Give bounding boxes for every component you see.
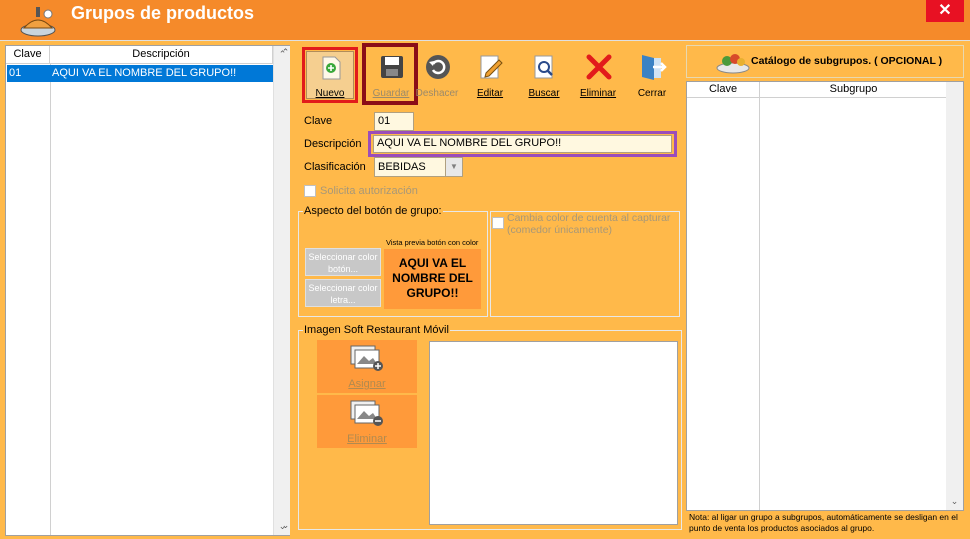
asignar-imagen-button[interactable]: Asignar	[317, 340, 417, 393]
cambia-color-label: Cambia color de cuenta al capturar (come…	[507, 212, 671, 236]
clasificacion-label: Clasificación	[304, 161, 366, 173]
nuevo-button[interactable]: Nuevo	[306, 51, 354, 99]
solicita-autorizacion-label: Solicita autorización	[320, 185, 418, 197]
scroll-down-icon[interactable]: ⌄	[946, 493, 963, 510]
column-header-clave[interactable]: Clave	[687, 82, 759, 98]
app-logo-icon	[18, 4, 60, 38]
select-button-color-button[interactable]: Seleccionar color botón...	[305, 248, 381, 276]
new-document-icon	[322, 56, 341, 80]
edit-icon	[480, 55, 503, 79]
food-plate-icon	[716, 54, 750, 74]
subgrupos-scrollbar[interactable]: ⌄	[946, 81, 964, 511]
groups-list[interactable]: Clave Descripción 01 AQUI VA EL NOMBRE D…	[5, 45, 290, 536]
deshacer-label: Deshacer	[415, 88, 459, 99]
preview-caption: Vista previa botón con color	[386, 238, 479, 247]
descripcion-label: Descripción	[304, 138, 362, 150]
window-title: Grupos de productos	[71, 3, 255, 23]
column-header-clave[interactable]: Clave	[6, 46, 50, 64]
subgrupos-note: Nota: al ligar un grupo a subgrupos, aut…	[689, 512, 958, 533]
column-header-descripcion[interactable]: Descripción	[50, 46, 273, 64]
chevron-down-icon[interactable]: ▼	[445, 158, 462, 176]
button-preview: AQUI VA EL NOMBRE DEL GRUPO!!	[384, 249, 481, 309]
row-clave: 01	[9, 67, 22, 79]
deshacer-button[interactable]: Deshacer	[410, 49, 464, 103]
imagen-group-title: Imagen Soft Restaurant Móvil	[303, 324, 450, 336]
descripcion-field[interactable]: AQUI VA EL NOMBRE DEL GRUPO!!	[373, 135, 672, 153]
column-divider	[50, 64, 51, 535]
eliminar-button[interactable]: Eliminar	[571, 49, 625, 103]
undo-icon	[426, 55, 450, 79]
clasificacion-select[interactable]: BEBIDAS ▼	[374, 157, 463, 177]
cerrar-button[interactable]: Cerrar	[625, 49, 679, 103]
clasificacion-value: BEBIDAS	[378, 161, 426, 173]
editar-button[interactable]: Editar	[463, 49, 517, 103]
image-preview-box	[429, 341, 678, 525]
add-image-icon	[350, 345, 383, 371]
subgrupos-table[interactable]: Clave Subgrupo	[686, 81, 948, 511]
subgrupos-title: Catálogo de subgrupos. ( OPCIONAL )	[751, 55, 943, 67]
close-window-button[interactable]: ✕	[926, 0, 964, 22]
cerrar-label: Cerrar	[637, 88, 667, 99]
delete-icon	[586, 54, 612, 80]
cambia-color-checkbox[interactable]	[492, 217, 504, 229]
subgrupos-header: Catálogo de subgrupos. ( OPCIONAL )	[686, 45, 964, 78]
scroll-down-icon[interactable]: ⌄	[279, 520, 292, 532]
remove-image-icon	[350, 400, 383, 426]
select-text-color-button[interactable]: Seleccionar color letra...	[305, 279, 381, 307]
eliminar-imagen-label: Eliminar	[347, 433, 387, 445]
buscar-button[interactable]: Buscar	[517, 49, 571, 103]
column-header-subgrupo[interactable]: Subgrupo	[759, 82, 947, 98]
search-icon	[534, 55, 553, 79]
clave-label: Clave	[304, 115, 333, 127]
row-descripcion: AQUI VA EL NOMBRE DEL GRUPO!!	[52, 67, 237, 79]
aspecto-group-title: Aspecto del botón de grupo:	[303, 205, 443, 217]
column-divider	[759, 98, 760, 510]
nuevo-label: Nuevo	[315, 88, 345, 99]
eliminar-label: Eliminar	[579, 88, 617, 99]
buscar-label: Buscar	[528, 88, 560, 99]
save-icon	[381, 56, 403, 78]
table-row[interactable]: 01 AQUI VA EL NOMBRE DEL GRUPO!!	[7, 65, 273, 82]
asignar-label: Asignar	[348, 378, 386, 390]
exit-door-icon	[642, 55, 667, 80]
list-scrollbar[interactable]: ⌃ ⌄	[273, 46, 290, 535]
clave-field[interactable]: 01	[374, 112, 414, 131]
editar-label: Editar	[476, 88, 504, 99]
scroll-up-icon[interactable]: ⌃	[279, 47, 292, 59]
solicita-autorizacion-checkbox[interactable]	[304, 185, 316, 197]
eliminar-imagen-button[interactable]: Eliminar	[317, 395, 417, 448]
